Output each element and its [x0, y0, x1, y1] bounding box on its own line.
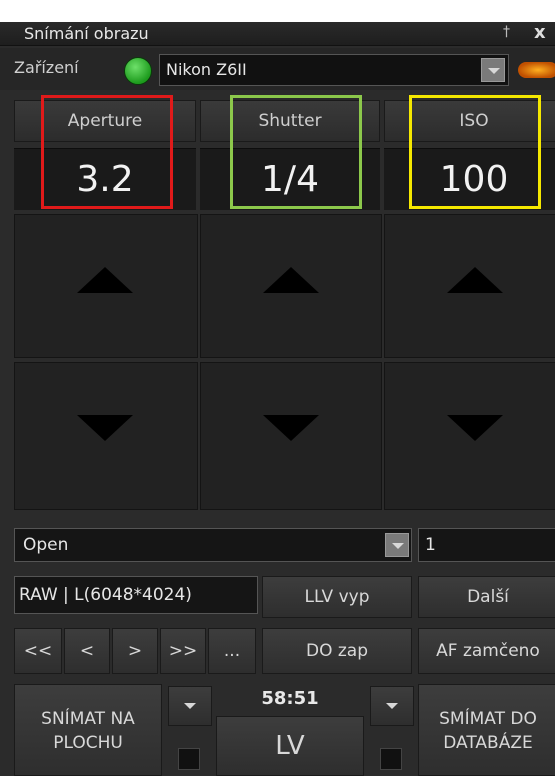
arrow-down-icon [447, 415, 503, 441]
aperture-highlight-box [41, 95, 173, 209]
shutter-highlight-box [230, 95, 362, 209]
capture-db-button[interactable]: SMÍMAT DO DATABÁZE [418, 684, 555, 776]
do-button[interactable]: DO zap [262, 628, 412, 674]
iso-up-button[interactable] [384, 214, 555, 358]
arrow-up-icon [77, 267, 133, 293]
prev-button[interactable]: < [64, 628, 110, 674]
window-title: Snímání obrazu [24, 24, 149, 43]
close-icon[interactable]: x [534, 22, 546, 43]
capture-db-indicator [380, 748, 402, 770]
next-button[interactable]: Další [418, 576, 555, 618]
shutter-up-button[interactable] [200, 214, 382, 358]
llv-button[interactable]: LLV vyp [262, 576, 412, 618]
more-button[interactable]: ... [208, 628, 256, 674]
count-input[interactable]: 1 [418, 528, 555, 562]
device-select[interactable]: Nikon Z6II [159, 54, 509, 86]
top-strip [0, 0, 555, 22]
iso-down-button[interactable] [384, 362, 555, 510]
af-button[interactable]: AF zamčeno [418, 628, 555, 674]
connect-icon[interactable] [518, 62, 555, 78]
capture-desktop-dropdown-icon[interactable] [168, 686, 212, 726]
pin-icon[interactable]: † [503, 24, 510, 40]
arrow-up-icon [447, 267, 503, 293]
arrow-down-icon [263, 415, 319, 441]
title-bar: Snímání obrazu † x [0, 22, 555, 46]
forward-button[interactable]: > [112, 628, 158, 674]
aperture-down-button[interactable] [14, 362, 198, 510]
iso-highlight-box [409, 95, 541, 209]
arrow-up-icon [263, 267, 319, 293]
shutter-down-button[interactable] [200, 362, 382, 510]
mode-dropdown-arrow-icon[interactable] [385, 533, 409, 557]
capture-db-dropdown-icon[interactable] [370, 686, 414, 726]
first-button[interactable]: << [14, 628, 62, 674]
device-label: Zařízení [14, 58, 79, 77]
arrow-down-icon [77, 415, 133, 441]
aperture-up-button[interactable] [14, 214, 198, 358]
timer: 58:51 [261, 688, 319, 709]
device-status-led-icon [124, 57, 152, 85]
format-field[interactable]: RAW | L(6048*4024) [14, 576, 258, 614]
last-button[interactable]: >> [160, 628, 206, 674]
capture-desktop-indicator [178, 748, 200, 770]
capture-desktop-button[interactable]: SNÍMAT NA PLOCHU [14, 684, 162, 776]
mode-select[interactable]: Open [14, 528, 412, 562]
lv-button[interactable]: LV [216, 716, 364, 776]
capture-panel: Snímání obrazu † x Zařízení Nikon Z6II A… [0, 0, 555, 776]
device-dropdown-arrow-icon[interactable] [481, 58, 505, 82]
